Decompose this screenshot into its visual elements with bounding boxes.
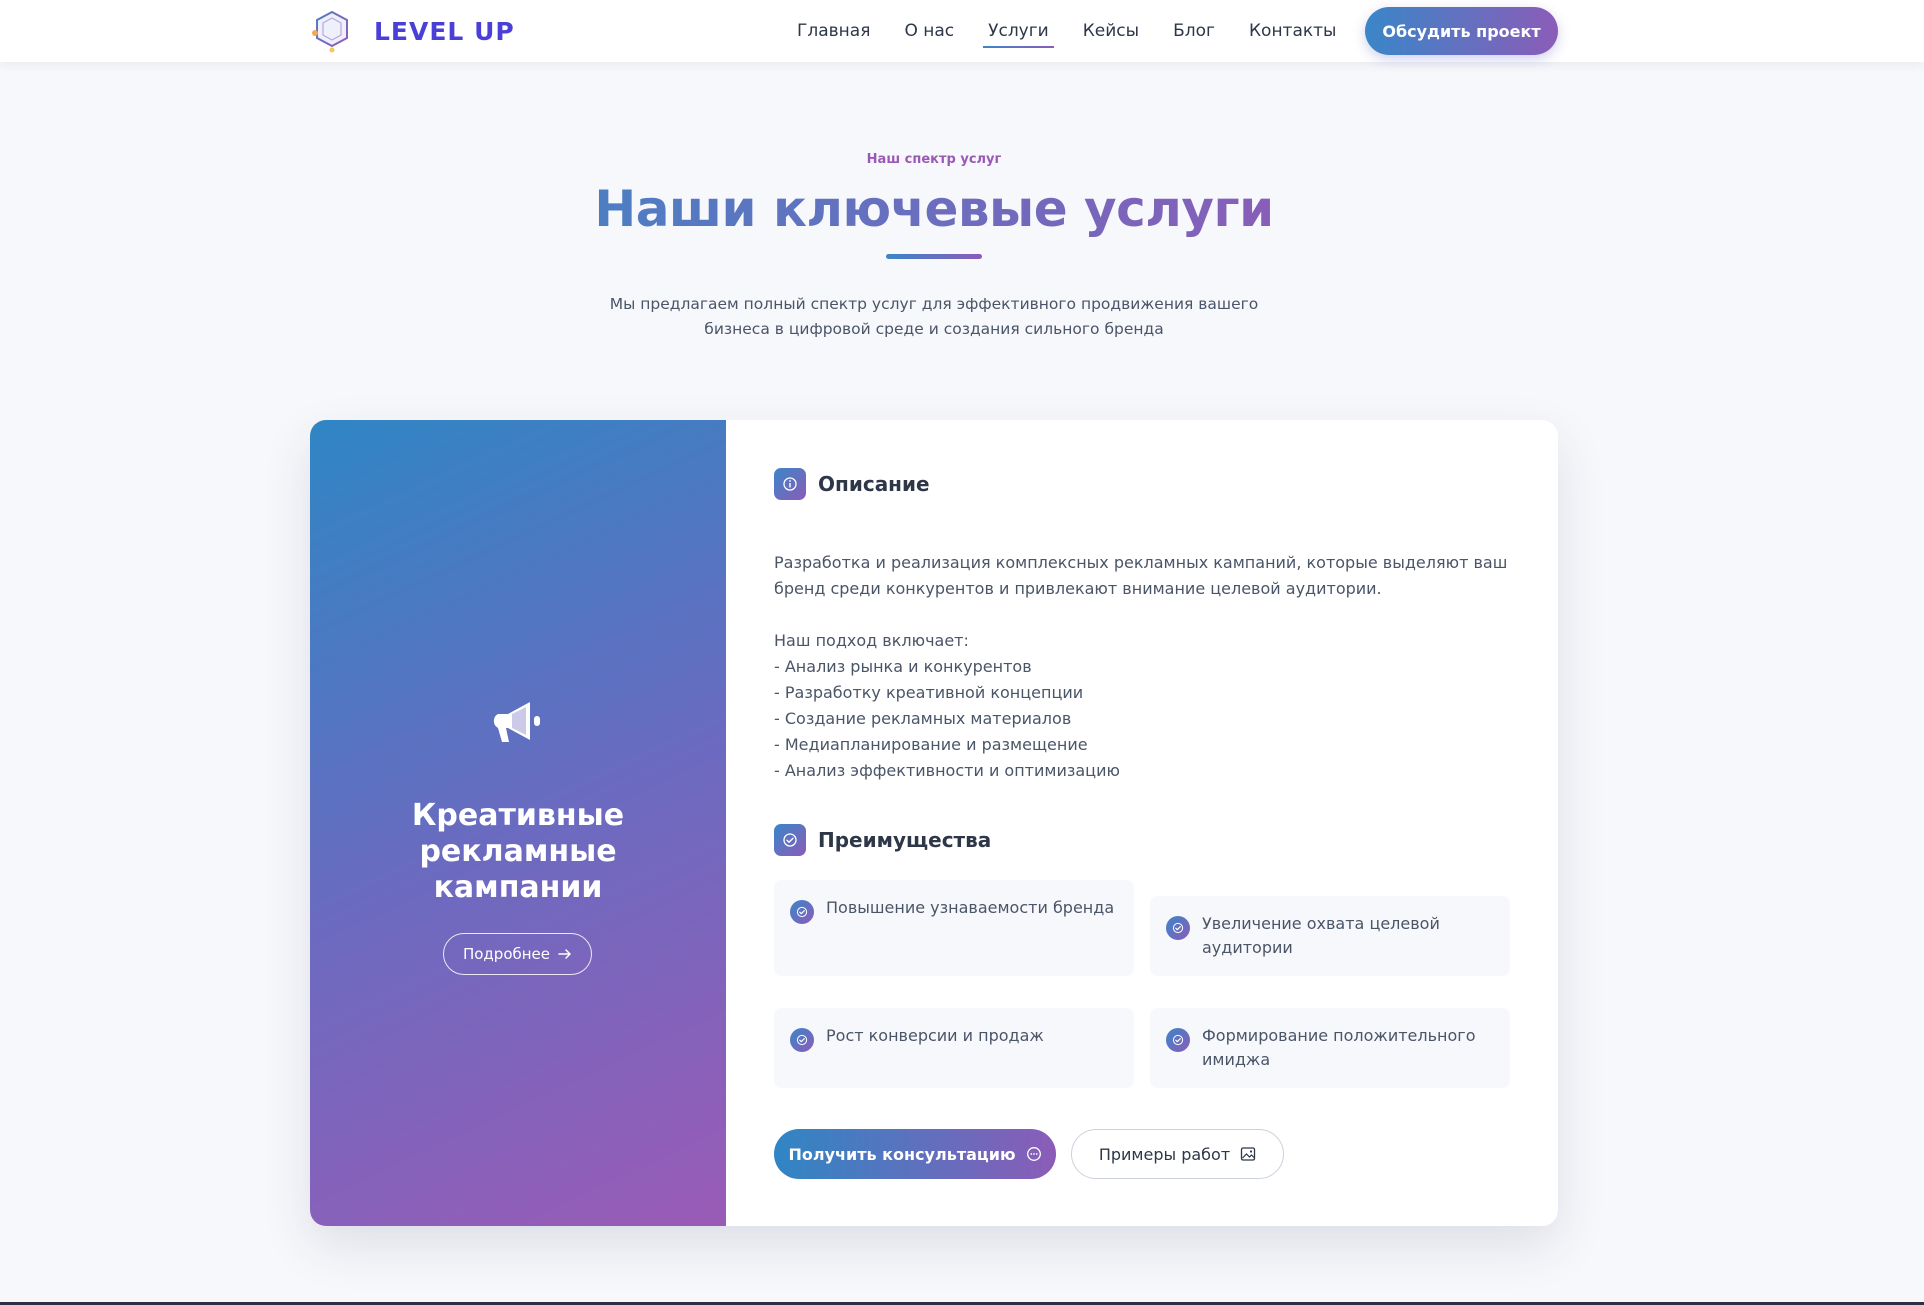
nav-home[interactable]: Главная	[780, 0, 887, 62]
benefits-heading-text: Преимущества	[818, 828, 992, 852]
portfolio-button[interactable]: Примеры работ	[1071, 1129, 1284, 1179]
benefit-item: Увеличение охвата целевой аудитории	[1150, 896, 1510, 976]
nav-contacts[interactable]: Контакты	[1232, 0, 1354, 62]
get-consultation-label: Получить консультацию	[788, 1144, 1016, 1164]
check-icon	[1166, 1028, 1190, 1052]
approach-item: - Медиапланирование и размещение	[774, 735, 1088, 754]
logo[interactable]: LEVEL UP	[310, 9, 515, 53]
section-eyebrow: Наш спектр услуг	[866, 152, 1002, 167]
discuss-project-button[interactable]: Обсудить проект	[1365, 7, 1558, 55]
approach-item: - Анализ рынка и конкурентов	[774, 657, 1032, 676]
get-consultation-button[interactable]: Получить консультацию	[774, 1129, 1056, 1179]
description-heading: Описание	[774, 468, 930, 500]
nav-cases[interactable]: Кейсы	[1066, 0, 1156, 62]
image-icon	[1241, 1147, 1256, 1161]
chat-icon	[1026, 1147, 1041, 1161]
approach-item: - Анализ эффективности и оптимизацию	[774, 761, 1120, 780]
main-nav: Главная О нас Услуги Кейсы Блог Контакты	[780, 0, 1353, 62]
benefit-item: Повышение узнаваемости бренда	[774, 880, 1134, 976]
title-underline	[886, 254, 982, 259]
check-icon	[790, 1028, 814, 1052]
more-button[interactable]: Подробнее	[443, 933, 592, 975]
check-circle-icon	[774, 824, 806, 856]
nav-services[interactable]: Услуги	[971, 0, 1066, 62]
logo-text: LEVEL UP	[374, 16, 515, 46]
description-heading-text: Описание	[818, 472, 930, 496]
site-header: LEVEL UP Главная О нас Услуги Кейсы Блог…	[0, 0, 1924, 62]
benefit-text: Рост конверсии и продаж	[826, 1026, 1044, 1045]
page-subtitle: Мы предлагаем полный спектр услуг для эф…	[609, 295, 1259, 338]
benefits-heading: Преимущества	[774, 824, 991, 856]
portfolio-label: Примеры работ	[1098, 1144, 1231, 1164]
benefit-text: Формирование положительного имиджа	[1202, 1026, 1476, 1069]
nav-about[interactable]: О нас	[887, 0, 971, 62]
logo-icon	[312, 10, 348, 53]
benefit-text: Повышение узнаваемости бренда	[826, 898, 1115, 917]
service-card-details: Описание Разработка и реализация комплек…	[726, 420, 1558, 1226]
check-icon	[790, 900, 814, 924]
service-card-cover: Креативные рекламные кампании Подробнее	[310, 420, 726, 1226]
service-card: Креативные рекламные кампании Подробнее …	[310, 420, 1558, 1226]
approach-item: - Создание рекламных материалов	[774, 709, 1072, 728]
page-title: Наши ключевые услуги	[0, 180, 1868, 238]
arrow-right-icon	[558, 949, 571, 959]
info-icon	[774, 468, 806, 500]
nav-blog[interactable]: Блог	[1156, 0, 1232, 62]
approach-heading: Наш подход включает:	[774, 631, 969, 650]
description-intro: Разработка и реализация комплексных рекл…	[774, 553, 1508, 598]
megaphone-icon	[493, 702, 540, 742]
service-title: Креативные рекламные кампании	[411, 798, 625, 905]
check-icon	[1166, 916, 1190, 940]
approach-item: - Разработку креативной концепции	[774, 683, 1084, 702]
benefit-text: Увеличение охвата целевой аудитории	[1202, 914, 1440, 957]
service-description: Разработка и реализация комплексных рекл…	[774, 550, 1514, 784]
benefit-item: Формирование положительного имиджа	[1150, 1008, 1510, 1088]
more-button-label: Подробнее	[462, 945, 551, 963]
benefit-item: Рост конверсии и продаж	[774, 1008, 1134, 1088]
